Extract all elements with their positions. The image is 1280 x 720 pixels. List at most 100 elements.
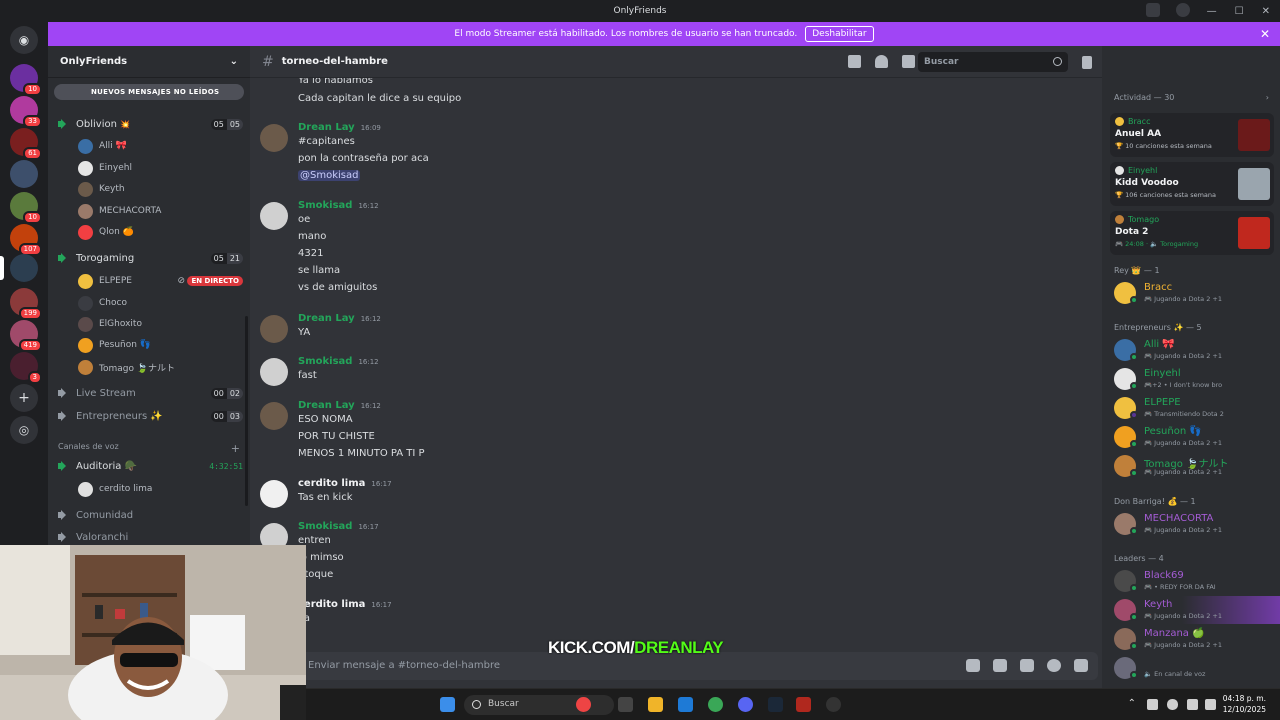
voice-section-header[interactable]: Canales de voz + — [58, 442, 240, 455]
chevron-down-icon[interactable]: ⌄ — [230, 56, 238, 67]
voice-user[interactable]: ElGhoxito — [78, 314, 243, 334]
voice-channel-entrepreneurs[interactable]: Entrepreneurs ✨ 00 03 — [58, 406, 243, 426]
member-item[interactable]: ELPEPE 🎮 Transmitiendo Dota 2 — [1114, 395, 1279, 421]
apps-icon[interactable] — [1074, 659, 1088, 672]
new-messages-bar[interactable]: NUEVOS MENSAJES NO LEÍDOS — [54, 84, 244, 100]
member-item[interactable]: Bracc 🎮 Jugando a Dota 2 +1 — [1114, 280, 1279, 306]
voice-user[interactable]: Keyth — [78, 179, 243, 199]
server-icon[interactable]: 33 — [10, 96, 42, 128]
voice-user[interactable]: Tomago 🍃ナルト — [78, 357, 243, 377]
gift-icon[interactable] — [966, 659, 980, 672]
author-name[interactable]: Smokisad — [298, 356, 352, 367]
mic-icon[interactable] — [1167, 699, 1178, 710]
avatar[interactable] — [260, 402, 288, 430]
inbox-icon[interactable] — [1082, 56, 1092, 69]
server-header[interactable]: OnlyFriends ⌄ — [48, 46, 250, 78]
add-server-icon[interactable]: + — [10, 384, 38, 412]
voice-user[interactable]: Einyehl — [78, 158, 243, 178]
author-name[interactable]: Smokisad — [298, 521, 352, 532]
voice-user[interactable]: MECHACORTA — [78, 201, 243, 221]
scrollbar[interactable] — [245, 316, 248, 506]
voice-channel-valoranchi[interactable]: Valoranchi — [58, 527, 243, 547]
voice-user[interactable]: Alli 🎀 — [78, 136, 243, 156]
voice-channel-torogaming[interactable]: Torogaming 05 21 — [58, 248, 243, 268]
avatar[interactable] — [260, 202, 288, 230]
author-name[interactable]: Drean Lay — [298, 400, 355, 411]
user-mention[interactable]: @Smokisad — [298, 170, 361, 181]
inbox-icon[interactable] — [1146, 3, 1160, 17]
author-name[interactable]: Drean Lay — [298, 122, 355, 133]
server-icon[interactable] — [10, 160, 38, 188]
gif-icon[interactable] — [993, 659, 1007, 672]
server-icon-onlyfriends[interactable] — [10, 254, 38, 282]
avatar[interactable] — [260, 480, 288, 508]
server-icon[interactable]: 419 — [10, 320, 42, 352]
activity-card[interactable]: Tomago Dota 2 🎮 24:08 · 🔈 Torogaming — [1110, 211, 1274, 255]
avatar[interactable] — [260, 315, 288, 343]
threads-icon[interactable] — [848, 55, 861, 68]
activity-header[interactable]: Actividad — 30 › — [1114, 93, 1269, 102]
discord-home-icon[interactable]: ◉ — [10, 26, 38, 54]
explore-icon[interactable]: ◎ — [10, 416, 38, 444]
author-name[interactable]: Drean Lay — [298, 313, 355, 324]
start-icon[interactable] — [440, 697, 455, 712]
network-icon[interactable] — [1147, 699, 1158, 710]
activity-card[interactable]: Einyehl Kidd Voodoo 🏆 106 canciones esta… — [1110, 162, 1274, 206]
store-icon[interactable] — [678, 697, 693, 712]
server-icon[interactable]: 61 — [10, 128, 42, 160]
maximize-icon[interactable]: ☐ — [1235, 6, 1244, 17]
add-channel-icon[interactable]: + — [231, 442, 240, 455]
clock[interactable]: 04:18 p. m. 12/10/2025 — [1223, 693, 1266, 715]
avatar[interactable] — [260, 358, 288, 386]
volume-icon[interactable] — [1205, 699, 1216, 710]
voice-user[interactable]: Qlon 🍊 — [78, 222, 243, 242]
chevron-up-icon[interactable]: ⌃ — [1128, 698, 1136, 709]
author-name[interactable]: cerdito lima — [298, 599, 365, 610]
server-icon[interactable]: 107 — [10, 224, 42, 256]
member-item[interactable]: Tomago 🍃ナルト 🎮 Jugando a Dota 2 +1 — [1114, 453, 1279, 479]
voice-channel-comunidad[interactable]: Comunidad — [58, 505, 243, 525]
voice-channel-live-stream[interactable]: Live Stream 00 02 — [58, 383, 243, 403]
close-window-icon[interactable]: ✕ — [1262, 6, 1270, 17]
member-item[interactable]: Manzana 🍏 🎮 Jugando a Dota 2 +1 — [1114, 626, 1279, 652]
author-name[interactable]: cerdito lima — [298, 478, 365, 489]
activity-card[interactable]: Bracc Anuel AA 🏆 10 canciones esta seman… — [1110, 113, 1274, 157]
pin-icon[interactable] — [902, 55, 915, 68]
voice-channel-oblivion[interactable]: Oblivion 💥 05 05 — [58, 114, 243, 134]
member-item[interactable]: Keyth 🎮 Jugando a Dota 2 +1 — [1114, 597, 1279, 623]
discord-icon[interactable] — [738, 697, 753, 712]
file-explorer-icon[interactable] — [648, 697, 663, 712]
close-banner-icon[interactable]: ✕ — [1260, 27, 1270, 41]
emoji-icon[interactable] — [1047, 659, 1061, 672]
chevron-right-icon[interactable]: › — [1266, 93, 1269, 102]
taskbar-search[interactable]: Buscar — [464, 695, 614, 715]
steam-icon[interactable] — [768, 697, 783, 712]
server-icon[interactable]: 199 — [10, 288, 42, 320]
voice-user[interactable]: cerdito lima — [78, 479, 243, 499]
member-item[interactable]: Einyehl 🎮+2 • I don't know bro — [1114, 366, 1279, 392]
member-item[interactable]: Pesuñon 👣 🎮 Jugando a Dota 2 +1 — [1114, 424, 1279, 450]
server-icon[interactable]: 3 — [10, 352, 42, 384]
author-name[interactable]: Smokisad — [298, 200, 352, 211]
help-icon[interactable] — [1176, 3, 1190, 17]
obs-icon[interactable] — [826, 697, 841, 712]
server-icon[interactable]: 10 — [10, 64, 42, 96]
server-icon[interactable]: 10 — [10, 192, 42, 224]
member-item[interactable]: 🔈 En canal de voz — [1114, 655, 1279, 681]
minimize-icon[interactable]: — — [1207, 6, 1217, 17]
task-view-icon[interactable] — [618, 697, 633, 712]
voice-user[interactable]: Choco — [78, 293, 243, 313]
member-item[interactable]: MECHACORTA 🎮 Jugando a Dota 2 +1 — [1114, 511, 1279, 537]
search-input[interactable]: Buscar — [918, 52, 1068, 72]
voice-user[interactable]: Pesuñon 👣 — [78, 335, 243, 355]
dota-icon[interactable] — [796, 697, 811, 712]
chrome-icon[interactable] — [708, 697, 723, 712]
disable-button[interactable]: Deshabilitar — [805, 26, 874, 42]
voice-channel-auditoria[interactable]: Auditoria 🪖 4:32:51 — [58, 456, 243, 476]
bell-icon[interactable] — [875, 55, 888, 68]
wifi-icon[interactable] — [1187, 699, 1198, 710]
voice-user[interactable]: ELPEPE ⊘ EN DIRECTO — [78, 271, 243, 291]
member-item[interactable]: Black69 🎮 • REDY FOR DA FAI — [1114, 568, 1279, 594]
member-item[interactable]: Alli 🎀 🎮 Jugando a Dota 2 +1 — [1114, 337, 1279, 363]
avatar[interactable] — [260, 124, 288, 152]
